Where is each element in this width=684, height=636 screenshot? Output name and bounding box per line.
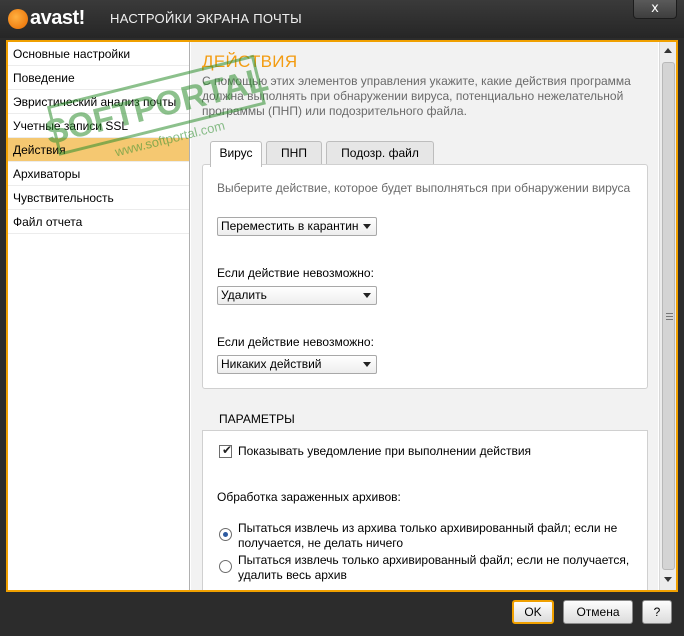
sidebar-item-behavior[interactable]: Поведение (8, 66, 189, 90)
page-title: ДЕЙСТВИЯ (202, 52, 298, 71)
radio2-line1: Пытаться извлечь только архивированный ф… (238, 553, 630, 567)
settings-window: avast! НАСТРОЙКИ ЭКРАНА ПОЧТЫ x Основные… (0, 0, 684, 636)
tab-pup[interactable]: ПНП (266, 141, 322, 165)
parameters-group: ПАРАМЕТРЫ ✔ Показывать уведомление при в… (202, 412, 648, 590)
parameters-title: ПАРАМЕТРЫ (219, 412, 295, 426)
cancel-button[interactable]: Отмена (563, 600, 633, 624)
sidebar-item-general[interactable]: Основные настройки (8, 42, 189, 66)
main-panel: ДЕЙСТВИЯ С помощью этих элементов управл… (191, 42, 658, 590)
fallback2-select[interactable]: Никаких действий (217, 355, 377, 374)
fallback2-value: Никаких действий (221, 357, 322, 371)
avast-ball-icon (8, 9, 28, 29)
checkmark-icon: ✔ (222, 443, 233, 457)
page-description: С помощью этих элементов управления укаж… (202, 74, 631, 118)
sidebar-item-heuristics[interactable]: Эвристический анализ почты (8, 90, 189, 114)
avast-logo: avast! (8, 7, 100, 31)
radio-extract-only-label: Пытаться извлечь из архива только архиви… (238, 521, 617, 551)
chevron-down-icon (363, 224, 371, 229)
chevron-down-icon (363, 362, 371, 367)
tab-suspicious-file[interactable]: Подозр. файл (326, 141, 434, 165)
radio1-line1: Пытаться извлечь из архива только архиви… (238, 521, 618, 535)
help-button[interactable]: ? (642, 600, 672, 624)
chevron-down-icon (363, 293, 371, 298)
primary-action-value: Переместить в карантин (221, 219, 359, 233)
scroll-thumb[interactable] (662, 62, 675, 570)
ok-button[interactable]: OK (512, 600, 554, 624)
vertical-scrollbar[interactable] (659, 42, 676, 590)
sidebar-item-ssl-accounts[interactable]: Учетные записи SSL (8, 114, 189, 138)
tab-panel-virus: Выберите действие, которое будет выполня… (202, 164, 648, 389)
sidebar: Основные настройки Поведение Эвристическ… (8, 42, 190, 590)
grip-icon (666, 313, 673, 320)
content-frame: Основные настройки Поведение Эвристическ… (6, 40, 678, 592)
primary-action-select[interactable]: Переместить в карантин (217, 217, 377, 236)
fallback1-select[interactable]: Удалить (217, 286, 377, 305)
radio2-line2: удалить весь архив (238, 568, 347, 582)
sidebar-item-report-file[interactable]: Файл отчета (8, 210, 189, 234)
panel-hint: Выберите действие, которое будет выполня… (217, 181, 631, 195)
notify-checkbox[interactable]: ✔ (219, 443, 233, 458)
window-title: НАСТРОЙКИ ЭКРАНА ПОЧТЫ (110, 11, 302, 26)
radio-extract-only[interactable] (219, 528, 232, 541)
sidebar-item-archivers[interactable]: Архиваторы (8, 162, 189, 186)
brand-name: avast! (30, 7, 85, 29)
fallback1-value: Удалить (221, 288, 267, 302)
sidebar-item-actions[interactable]: Действия (8, 138, 189, 162)
notify-label: Показывать уведомление при выполнении де… (238, 444, 532, 458)
title-bar: avast! НАСТРОЙКИ ЭКРАНА ПОЧТЫ x (0, 0, 684, 38)
close-button[interactable]: x (633, 0, 677, 19)
scroll-down-icon[interactable] (664, 577, 672, 582)
scroll-up-icon[interactable] (664, 48, 672, 53)
radio-delete-archive-label: Пытаться извлечь только архивированный ф… (238, 553, 629, 583)
radio1-line2: получается, не делать ничего (238, 536, 404, 550)
fallback2-label: Если действие невозможно: (217, 335, 374, 349)
tab-virus[interactable]: Вирус (210, 141, 262, 167)
radio-delete-archive[interactable] (219, 560, 232, 573)
archives-label: Обработка зараженных архивов: (217, 490, 401, 504)
fallback1-label: Если действие невозможно: (217, 266, 374, 280)
sidebar-item-sensitivity[interactable]: Чувствительность (8, 186, 189, 210)
